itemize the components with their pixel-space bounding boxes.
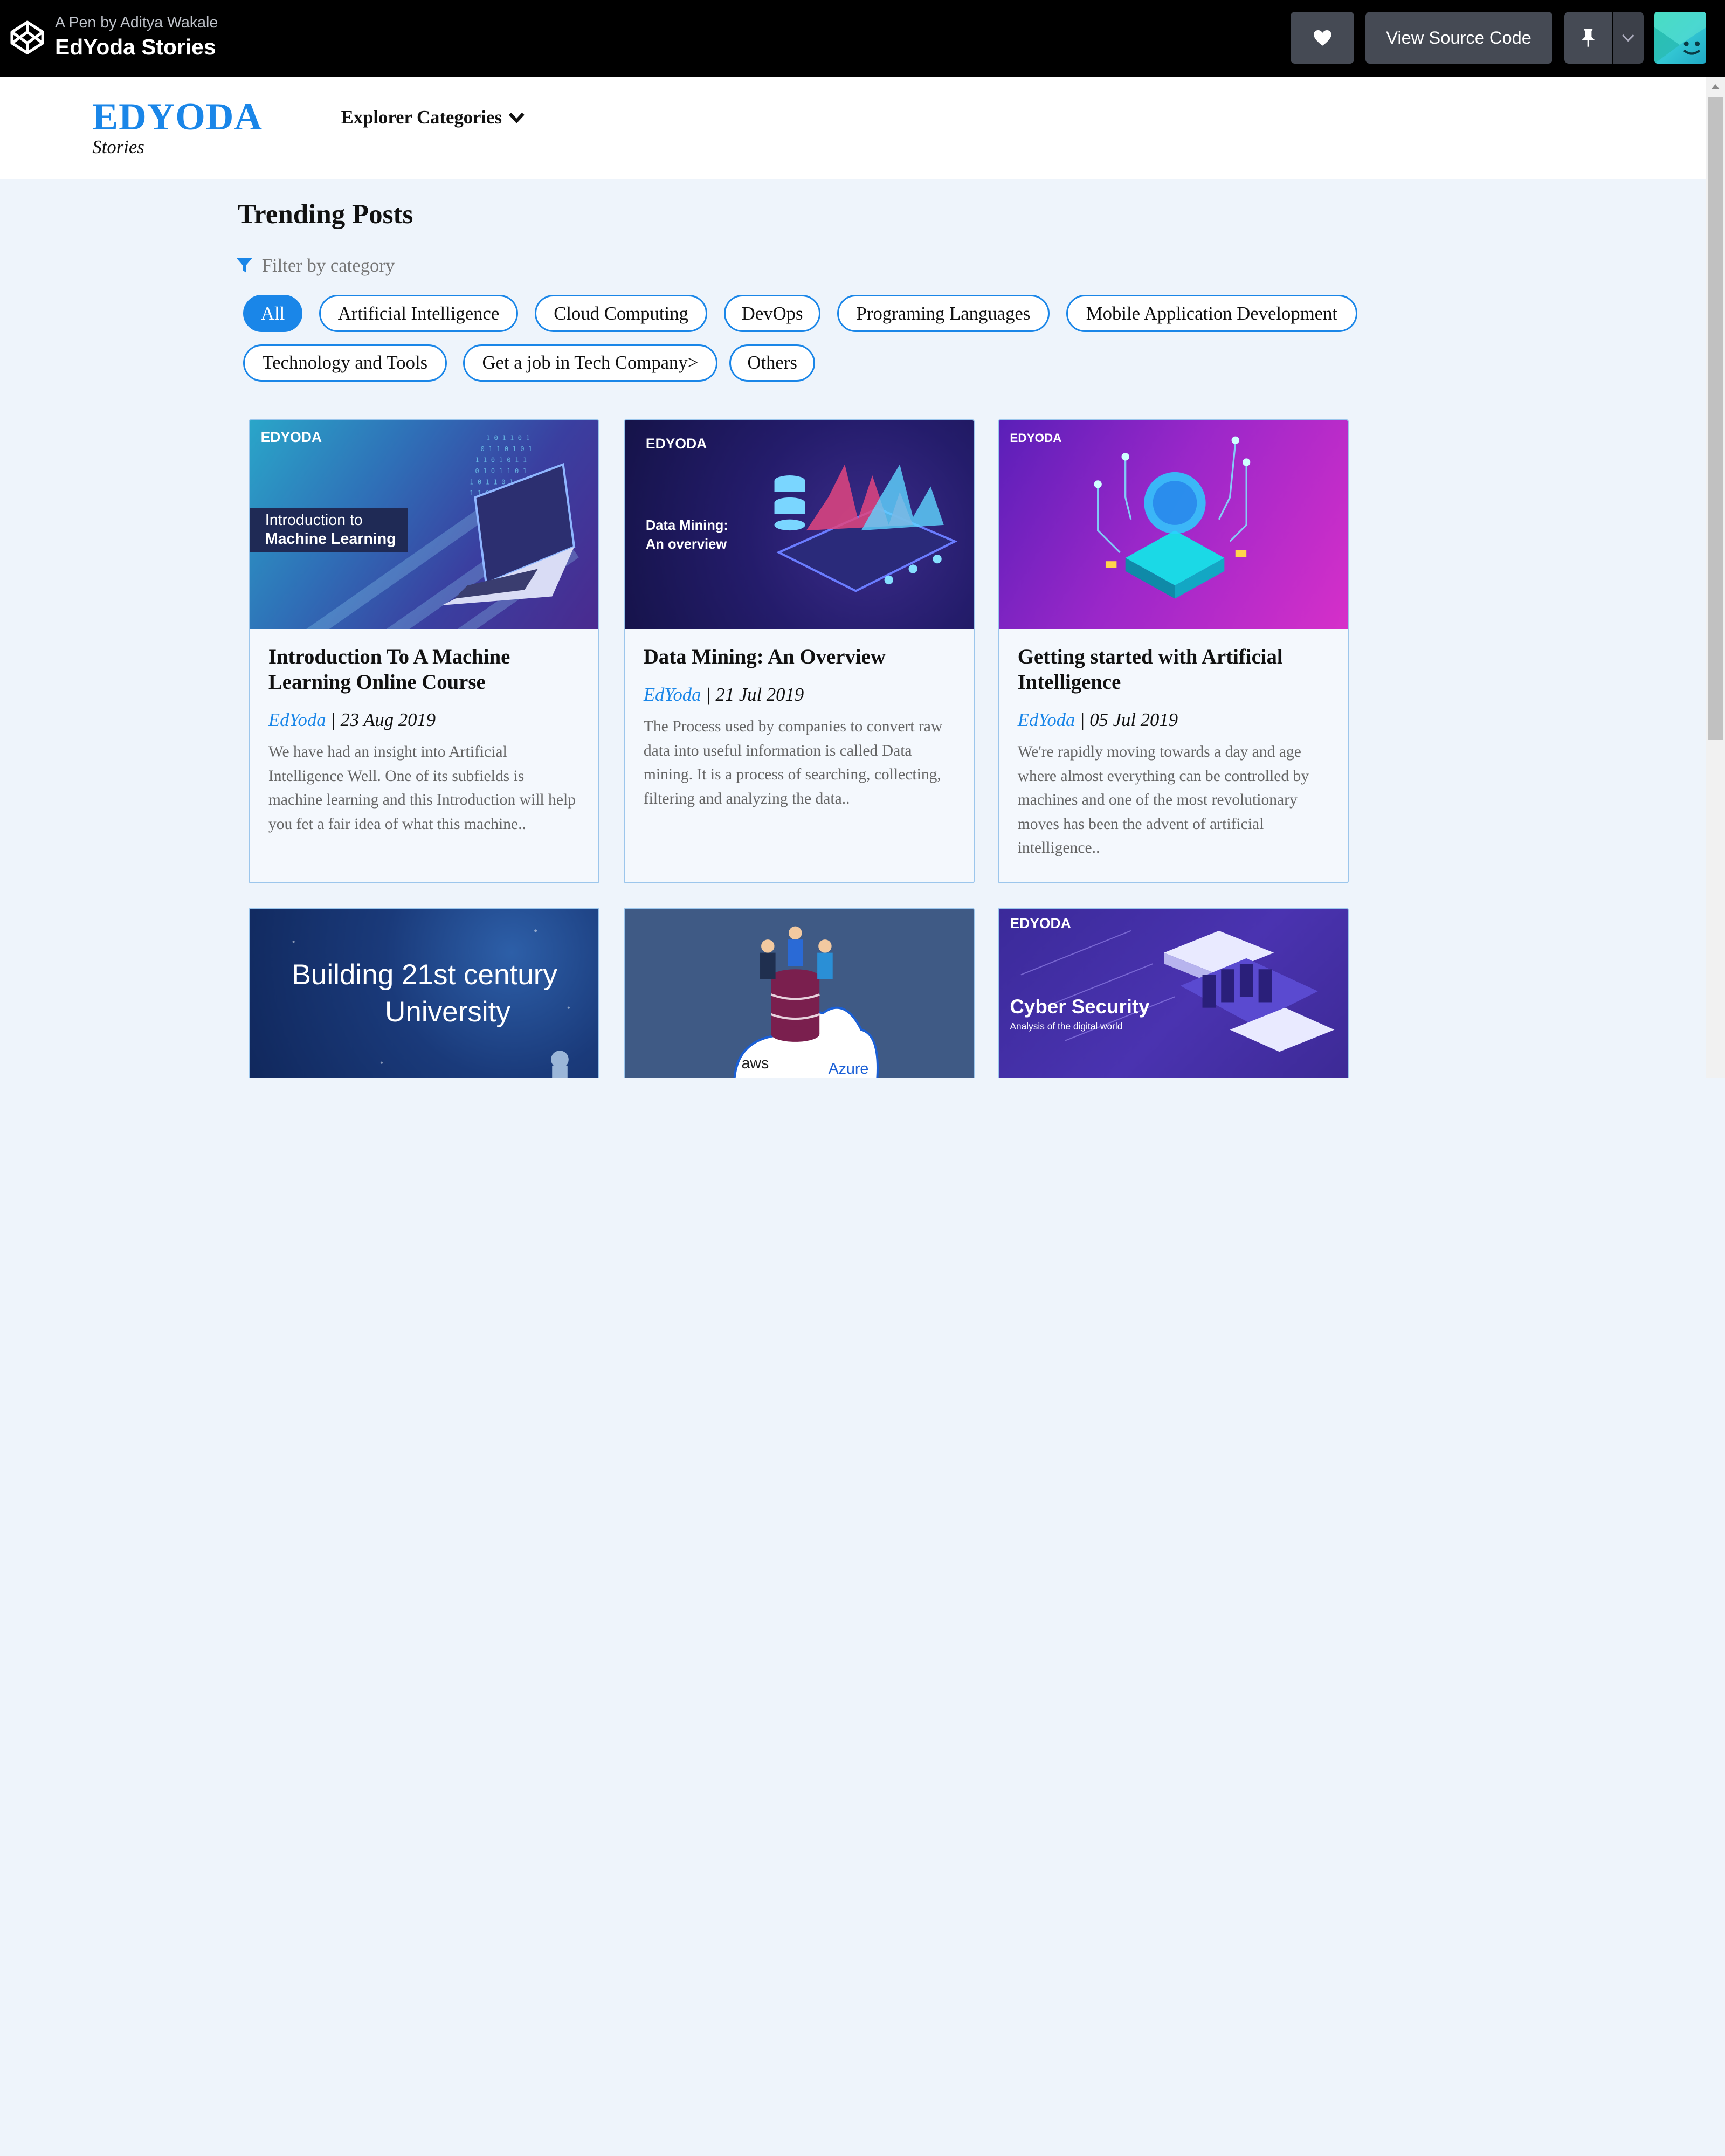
post-meta: EdYoda | 05 Jul 2019	[1017, 709, 1178, 731]
category-chip-programing-languages[interactable]: Programing Languages	[837, 294, 1050, 333]
thumb-azure: Azure	[828, 1060, 869, 1078]
post-meta: EdYoda | 21 Jul 2019	[643, 684, 804, 706]
pen-byline[interactable]: A Pen by Aditya Wakale	[55, 13, 218, 33]
post-title[interactable]: Data Mining: An Overview	[644, 645, 955, 670]
filter-text: Filter by category	[261, 255, 395, 277]
post-date: 23 Aug 2019	[340, 709, 436, 731]
svg-text:0 1 0 1 1 0 1: 0 1 0 1 1 0 1	[475, 467, 527, 474]
thumb-line1: Cyber Security	[1010, 995, 1150, 1018]
thumb-brand: EDYODA	[1010, 915, 1071, 931]
explore-categories-label: Explorer Categories	[341, 106, 502, 128]
codepen-topbar: A Pen by Aditya Wakale EdYoda Stories Vi…	[0, 0, 1725, 77]
view-source-button[interactable]: View Source Code	[1365, 12, 1552, 64]
pin-icon	[1581, 29, 1595, 47]
scroll-up-button[interactable]	[1706, 79, 1725, 95]
filter-label: Filter by category	[236, 255, 395, 277]
post-body: Data Mining: An Overview EdYoda | 21 Jul…	[625, 629, 974, 831]
post-date: 05 Jul 2019	[1089, 709, 1178, 731]
post-title[interactable]: Getting started with Artificial Intellig…	[1018, 645, 1329, 695]
category-chip-all[interactable]: All	[243, 294, 303, 333]
thumb-line1: Data Mining:	[645, 518, 728, 534]
page-frame: A Pen by Aditya Wakale EdYoda Stories Vi…	[0, 0, 1725, 1078]
post-card[interactable]: aws Azure	[624, 907, 975, 1078]
trending-title: Trending Posts	[237, 199, 413, 230]
post-thumbnail[interactable]: aws Azure	[625, 908, 974, 1078]
post-excerpt: The Process used by companies to convert…	[643, 718, 943, 807]
svg-text:0 1 1 0 1 0 1: 0 1 1 0 1 0 1	[481, 445, 533, 453]
category-chip-get-a-job[interactable]: Get a job in Tech Company>	[463, 344, 717, 382]
avatar-face-icon	[1654, 12, 1707, 64]
post-thumbnail[interactable]: EDYODA Data Mining: An overview	[625, 420, 974, 630]
post-excerpt: We have had an insight into Artificial I…	[268, 743, 576, 833]
post-thumbnail[interactable]: 1 0 1 1 0 1 0 1 1 0 1 0 1 1 1 0 1 0 1 1 0 …	[250, 420, 599, 630]
category-chip-artificial-intelligence[interactable]: Artificial Intelligence	[319, 294, 519, 333]
brand-subtitle: Stories	[92, 136, 144, 158]
cloud-database-illustration-icon	[733, 926, 879, 1078]
chevron-down-icon	[509, 112, 525, 123]
pen-title: EdYoda Stories	[55, 34, 216, 60]
post-card[interactable]: 1 0 1 1 0 1 0 1 1 0 1 0 1 1 1 0 1 0 1 1 0 …	[249, 419, 600, 883]
post-title[interactable]: Introduction To A Machine Learning Onlin…	[268, 645, 580, 695]
thumb-aws: aws	[741, 1055, 769, 1073]
svg-text:1 0 1 1 0 1: 1 0 1 1 0 1	[486, 434, 530, 441]
thumb-line1: Introduction to	[265, 511, 363, 529]
codepen-logo-icon[interactable]	[9, 19, 46, 56]
thumb-brand: EDYODA	[260, 429, 322, 445]
thumb-line2: University	[385, 996, 510, 1028]
category-chip-devops[interactable]: DevOps	[723, 294, 821, 333]
category-chip-others[interactable]: Others	[729, 344, 816, 382]
post-body: Getting started with Artificial Intellig…	[999, 629, 1348, 880]
category-chip-cloud-computing[interactable]: Cloud Computing	[534, 294, 708, 333]
post-card[interactable]: Building 21st century University	[249, 907, 600, 1078]
chevron-down-icon	[1622, 34, 1634, 42]
brand-logo[interactable]: EDYODA Stories	[92, 95, 263, 158]
scrollbar-thumb[interactable]	[1708, 96, 1723, 741]
heart-button[interactable]	[1290, 12, 1355, 64]
post-meta: EdYoda | 23 Aug 2019	[268, 709, 436, 731]
filter-icon	[236, 258, 252, 273]
pin-menu-button[interactable]	[1612, 12, 1644, 64]
post-author[interactable]: EdYoda	[644, 684, 701, 705]
explore-categories-dropdown[interactable]: Explorer Categories	[341, 107, 525, 128]
ai-brain-illustration-icon	[1094, 436, 1251, 599]
post-thumbnail[interactable]: EDYODA Cyber Security Analysis of the di…	[999, 908, 1348, 1078]
thumb-line1: Building 21st century	[292, 959, 557, 991]
heart-icon	[1313, 30, 1331, 46]
site-header: EDYODA Stories Explorer Categories	[0, 77, 1707, 179]
category-chip-technology-tools[interactable]: Technology and Tools	[243, 344, 447, 382]
pin-button[interactable]	[1564, 12, 1612, 64]
svg-text:1 1 0 1 0 1 1: 1 1 0 1 0 1 1	[475, 456, 527, 464]
thumb-line2: Analysis of the digital world	[1010, 1020, 1123, 1032]
post-excerpt: We're rapidly moving towards a day and a…	[1017, 743, 1309, 857]
scroll-up-arrow-icon	[1711, 84, 1720, 90]
post-thumbnail[interactable]: EDYODA	[999, 420, 1348, 630]
server-network-illustration-icon	[1020, 930, 1335, 1052]
category-chip-mobile-app-dev[interactable]: Mobile Application Development	[1066, 294, 1358, 333]
thumb-line2: Machine Learning	[265, 530, 396, 548]
post-date: 21 Jul 2019	[715, 684, 804, 706]
post-card[interactable]: EDYODA Data Mining: An overview Data Min…	[624, 419, 975, 883]
post-card[interactable]: EDYODA Getting started with Artificial I…	[998, 419, 1349, 883]
post-author[interactable]: EdYoda	[268, 709, 326, 730]
post-body: Introduction To A Machine Learning Onlin…	[250, 629, 598, 856]
pen-titles: A Pen by Aditya Wakale EdYoda Stories	[55, 13, 218, 61]
brand-name: EDYODA	[92, 95, 263, 138]
post-author[interactable]: EdYoda	[1018, 709, 1075, 730]
thumb-brand: EDYODA	[645, 436, 707, 452]
thumb-line2: An overview	[645, 536, 727, 552]
thumb-brand: EDYODA	[1010, 431, 1062, 445]
post-thumbnail[interactable]: Building 21st century University	[250, 908, 599, 1078]
user-avatar[interactable]	[1654, 12, 1707, 64]
post-card[interactable]: EDYODA Cyber Security Analysis of the di…	[998, 907, 1349, 1078]
